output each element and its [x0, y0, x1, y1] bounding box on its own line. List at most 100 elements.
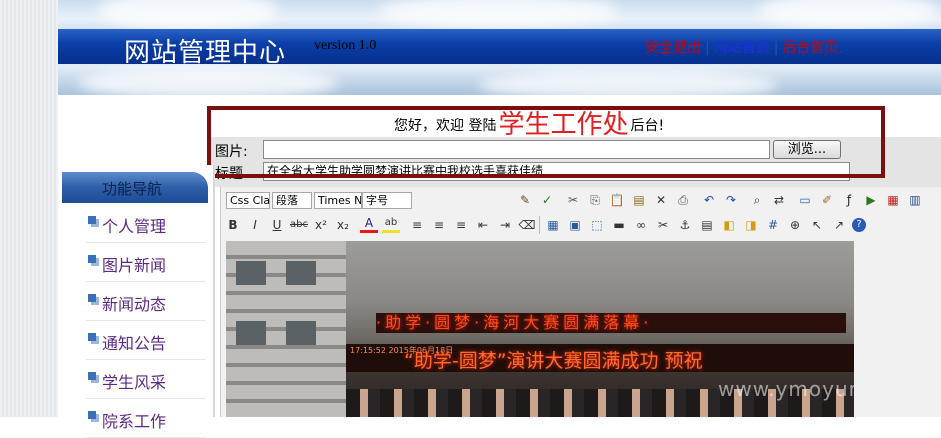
bold-icon[interactable]: B — [224, 216, 242, 234]
bullet-icon — [88, 216, 96, 224]
edit-image-icon[interactable]: ✐ — [818, 191, 836, 209]
align-right-icon[interactable]: ≡ — [452, 216, 470, 234]
admin-home-link[interactable]: 后台首页 — [782, 40, 838, 56]
sidebar-item-student-style[interactable]: 学生风采 — [86, 361, 206, 399]
sidebar-heading: 功能导航 — [62, 172, 208, 203]
layer-move-icon[interactable]: ◨ — [742, 216, 760, 234]
cloud-decoration — [758, 0, 938, 28]
paste-icon[interactable]: 📋 — [608, 191, 626, 209]
table-cells-icon[interactable]: ▣ — [566, 216, 584, 234]
welcome-department: 学生工作处 — [498, 110, 629, 140]
pdf-icon[interactable]: ▦ — [884, 191, 902, 209]
bullet-icon — [88, 294, 96, 302]
site-header: 网站管理中心 version 1.0 安全退出 | 网站首页 | 后台首页 — [58, 0, 941, 95]
nav-separator: | — [705, 40, 710, 56]
align-left-icon[interactable]: ≡ — [408, 216, 426, 234]
strikethrough-icon[interactable]: abc — [290, 216, 308, 234]
welcome-suffix: 后台! — [630, 118, 665, 134]
superscript-icon[interactable]: x² — [312, 216, 330, 234]
image-label: 图片: — [215, 144, 248, 160]
font-color-icon[interactable]: A — [360, 216, 378, 233]
editor-canvas-right — [854, 241, 941, 417]
title-input[interactable]: 在全省大学生助学圆梦演讲比赛中我校选手喜获佳绩 — [263, 162, 850, 181]
help-icon[interactable]: ? — [852, 218, 866, 232]
toolbar-separator — [539, 216, 540, 234]
welcome-message: 您好，欢迎 登陆学生工作处 后台! — [394, 104, 664, 141]
template-icon[interactable]: ▥ — [906, 191, 924, 209]
bullet-icon — [88, 255, 96, 263]
building-window — [286, 261, 316, 285]
subscript-icon[interactable]: x₂ — [334, 216, 352, 234]
header-band: 网站管理中心 version 1.0 安全退出 | 网站首页 | 后台首页 — [58, 29, 941, 68]
font-size-select[interactable]: 字号 — [362, 192, 412, 209]
insert-icon[interactable]: ⊕ — [786, 216, 804, 234]
hr-icon[interactable]: ▬ — [610, 216, 628, 234]
sidebar-item-news[interactable]: 新闻动态 — [86, 283, 206, 321]
layer-icon[interactable]: ◧ — [720, 216, 738, 234]
select-all-icon[interactable]: ⬚ — [588, 216, 606, 234]
unlink-icon[interactable]: ✂ — [654, 216, 672, 234]
bullet-icon — [88, 372, 96, 380]
led-banner-main: 17:15:52 2015年06月18日 “助学-圆梦”演讲大赛圆满成功 预祝 — [346, 344, 854, 372]
sidebar-item-notices[interactable]: 通知公告 — [86, 322, 206, 360]
sidebar-item-photo-news[interactable]: 图片新闻 — [86, 244, 206, 282]
image-file-input[interactable] — [263, 140, 770, 159]
paste-text-icon[interactable]: ▤ — [630, 191, 648, 209]
table-icon[interactable]: ▦ — [544, 216, 562, 234]
pointer-plus-icon[interactable]: ↗ — [830, 216, 848, 234]
sidebar-item-department-work[interactable]: 院系工作 — [86, 400, 206, 438]
pointer-icon[interactable]: ↖ — [808, 216, 826, 234]
print-icon[interactable]: ⎙ — [674, 191, 692, 209]
browse-button[interactable]: 浏览... — [773, 140, 841, 159]
format-select[interactable]: 段落 — [272, 192, 312, 209]
eraser-icon[interactable]: ⌫ — [518, 216, 536, 234]
welcome-prefix: 您好，欢迎 登陆 — [394, 118, 497, 134]
bullet-icon — [88, 333, 96, 341]
building-window — [236, 261, 266, 285]
redo-icon[interactable]: ↷ — [722, 191, 740, 209]
logout-link[interactable]: 安全退出 — [645, 40, 701, 56]
building-window — [286, 321, 316, 345]
bullet-icon — [88, 411, 96, 419]
sidebar-item-label: 个人管理 — [102, 217, 167, 236]
replace-icon[interactable]: ⇄ — [770, 191, 788, 209]
sidebar-item-personal[interactable]: 个人管理 — [86, 205, 206, 243]
cloud-decoration — [98, 0, 278, 30]
site-title: 网站管理中心 — [124, 38, 287, 68]
outdent-icon[interactable]: ⇤ — [474, 216, 492, 234]
link-icon[interactable]: ∞ — [632, 216, 650, 234]
watermark: www.ymoyun.org — [718, 377, 854, 401]
page-left-margin — [0, 0, 58, 417]
editor-toolbar-top: Css Clas 段落 Times Ne 字号 ✎✓ ✂⎘📋▤✕⎙ ↶↷ ⌕⇄ ▭✐ƒ▶… — [222, 190, 941, 212]
flash-icon[interactable]: ƒ — [840, 191, 858, 209]
spellcheck-icon[interactable]: ✓ — [538, 191, 556, 209]
cloud-decoration — [378, 0, 618, 28]
led-message: “助学-圆梦”演讲大赛圆满成功 预祝 — [404, 350, 703, 372]
align-center-icon[interactable]: ≡ — [430, 216, 448, 234]
image-icon[interactable]: ▭ — [796, 191, 814, 209]
led-banner-top: ·助学·圆梦·海河大赛圆满落幕· — [376, 313, 846, 333]
underline-icon[interactable]: U — [268, 216, 286, 234]
anchor-icon[interactable]: ⚓ — [676, 216, 694, 234]
sidebar-item-label: 学生风采 — [102, 373, 167, 392]
building-window — [236, 321, 266, 345]
css-class-select[interactable]: Css Clas — [226, 192, 270, 209]
find-icon[interactable]: ⌕ — [748, 191, 766, 209]
cut-icon[interactable]: ✂ — [564, 191, 582, 209]
sidebar-item-label: 通知公告 — [102, 334, 167, 353]
page-break-icon[interactable]: ▤ — [698, 216, 716, 234]
delete-icon[interactable]: ✕ — [652, 191, 670, 209]
undo-icon[interactable]: ↶ — [700, 191, 718, 209]
sidebar-divider — [213, 165, 215, 417]
nav-separator: | — [773, 40, 779, 56]
media-icon[interactable]: ▶ — [862, 191, 880, 209]
indent-icon[interactable]: ⇥ — [496, 216, 514, 234]
italic-icon[interactable]: I — [246, 216, 264, 234]
font-select[interactable]: Times Ne — [314, 192, 362, 209]
copy-icon[interactable]: ⎘ — [586, 191, 604, 209]
version-label: version 1.0 — [314, 38, 377, 53]
site-home-link[interactable]: 网站首页 — [714, 40, 770, 56]
styleprops-icon[interactable]: ✎ — [516, 191, 534, 209]
highlight-icon[interactable]: ab — [382, 216, 400, 233]
grid-icon[interactable]: # — [764, 216, 782, 234]
